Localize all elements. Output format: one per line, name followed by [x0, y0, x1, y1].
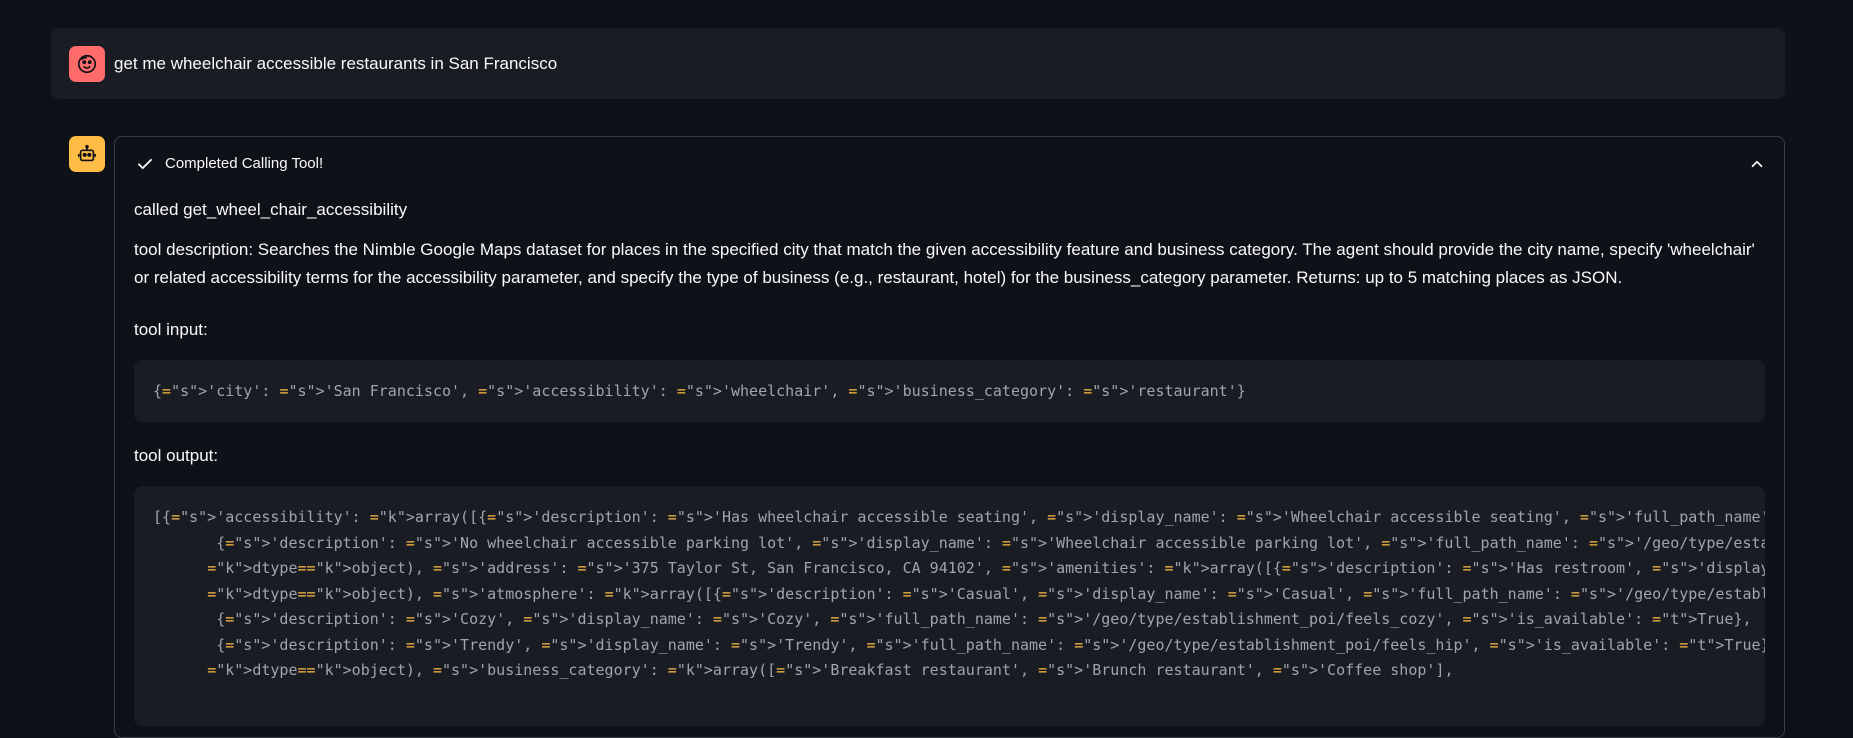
robot-icon [77, 144, 97, 162]
tool-description: tool description: Searches the Nimble Go… [134, 240, 1755, 287]
chevron-up-icon[interactable] [1748, 155, 1766, 173]
called-tool-text: called get_wheel_chair_accessibility [134, 200, 408, 219]
tool-call-expander: Completed Calling Tool! called get_wheel… [114, 136, 1785, 738]
tool-output-code[interactable]: [{="s">'accessibility': ="k">array([{="s… [134, 486, 1765, 726]
output-line: {="s">'description': ="s">'No wheelchair… [153, 533, 1765, 552]
output-line: ="k">dtype=="k">object), ="s">'business_… [207, 661, 1454, 679]
output-line: {="s">'description': ="s">'Cozy', ="s">'… [153, 610, 1752, 628]
tool-input-label: tool input: [134, 320, 208, 339]
tool-output-label: tool output: [134, 446, 219, 465]
check-icon [138, 158, 152, 170]
user-avatar [69, 46, 105, 82]
output-line: ="k">dtype=="k">object), ="s">'address':… [207, 559, 1765, 577]
user-message-text: get me wheelchair accessible restaurants… [114, 54, 558, 73]
face-smile-icon [77, 54, 97, 74]
output-line: {="s">'description': ="s">'Trendy', ="s"… [153, 635, 1765, 654]
output-line: ="k">dtype=="k">object), ="s">'atmospher… [207, 584, 1765, 603]
assistant-avatar [69, 136, 105, 172]
expander-header[interactable]: Completed Calling Tool! [115, 137, 1784, 191]
expander-title: Completed Calling Tool! [165, 155, 324, 172]
output-line: [{="s">'accessibility': ="k">array([{="s… [153, 508, 1765, 526]
user-message: get me wheelchair accessible restaurants… [51, 28, 1785, 99]
tool-input-code: {="s">'city': ="s">'San Francisco', ="s"… [134, 360, 1765, 422]
